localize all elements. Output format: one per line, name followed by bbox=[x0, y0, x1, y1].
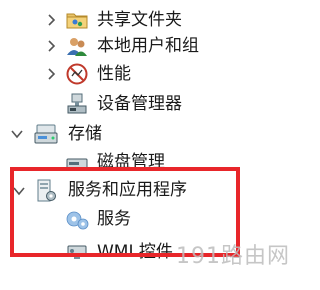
tree-item-label: 磁盘管理 bbox=[97, 152, 165, 172]
tree-item-performance[interactable]: 性能 bbox=[0, 58, 300, 90]
tree-item-label: 服务和应用程序 bbox=[68, 180, 187, 200]
watermark-text: 191路由网 bbox=[176, 244, 290, 269]
tree-item-label: 服务 bbox=[97, 209, 131, 229]
tree-item-services-and-applications[interactable]: 服务和应用程序 bbox=[0, 174, 300, 206]
chevron-down-icon[interactable] bbox=[11, 183, 27, 199]
tree-item-device-manager[interactable]: 设备管理器 bbox=[0, 88, 300, 120]
tree-item-services[interactable]: 服务 bbox=[0, 203, 300, 235]
wmi-control-icon bbox=[66, 242, 88, 264]
services-gear-icon bbox=[64, 207, 89, 230]
bottom-edge bbox=[0, 284, 300, 290]
chevron-right-icon[interactable] bbox=[43, 66, 59, 82]
local-users-icon bbox=[66, 35, 88, 57]
storage-icon bbox=[34, 123, 58, 145]
tree-item-label: WMI 控件 bbox=[97, 242, 173, 262]
disk-management-icon bbox=[66, 153, 88, 175]
tree-item-label: 共享文件夹 bbox=[97, 10, 182, 30]
tree-item-label: 本地用户和组 bbox=[97, 36, 199, 56]
chevron-right-icon[interactable] bbox=[43, 38, 59, 54]
tree-item-label: 设备管理器 bbox=[97, 94, 182, 114]
chevron-down-icon[interactable] bbox=[9, 126, 25, 142]
tree-item-label: 性能 bbox=[97, 64, 131, 84]
tree-item-label: 存储 bbox=[68, 124, 102, 144]
performance-icon bbox=[66, 63, 88, 85]
console-tree: 共享文件夹 本地用户和组 性能 设备管理器 存储 磁盘管理 服务和应用程序 服务… bbox=[0, 0, 300, 290]
device-manager-icon bbox=[66, 93, 88, 115]
chevron-right-icon[interactable] bbox=[43, 12, 59, 28]
shared-folder-icon bbox=[66, 9, 88, 31]
services-apps-icon bbox=[35, 179, 57, 202]
